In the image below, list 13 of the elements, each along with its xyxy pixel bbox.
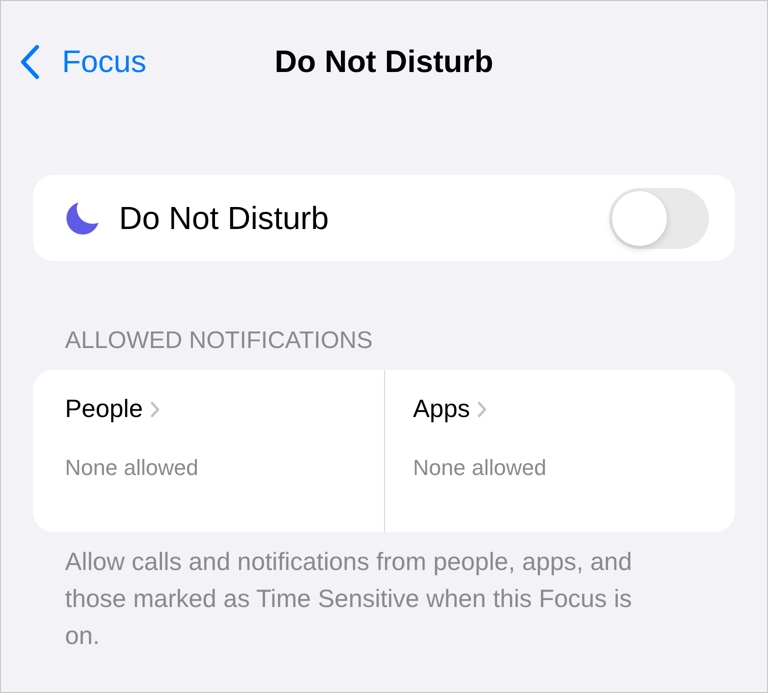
chevron-right-icon xyxy=(150,400,160,418)
back-button[interactable]: Focus xyxy=(20,44,146,80)
chevron-right-icon xyxy=(476,400,487,418)
toggle-label: Do Not Disturb xyxy=(119,200,329,236)
moon-icon xyxy=(66,202,99,234)
section-header: ALLOWED NOTIFICATIONS xyxy=(65,327,374,355)
category-status: None allowed xyxy=(413,455,546,481)
category-link[interactable]: People xyxy=(65,394,160,424)
footer-note: Allow calls and notifications from people, apps, and those marked as Time Sensitive when this Focus is on. xyxy=(65,547,633,652)
page-title: Do Not Disturb xyxy=(274,44,494,80)
chevron-left-icon xyxy=(20,44,40,80)
category-link[interactable]: Apps xyxy=(413,394,487,424)
category-status: None allowed xyxy=(65,455,198,481)
